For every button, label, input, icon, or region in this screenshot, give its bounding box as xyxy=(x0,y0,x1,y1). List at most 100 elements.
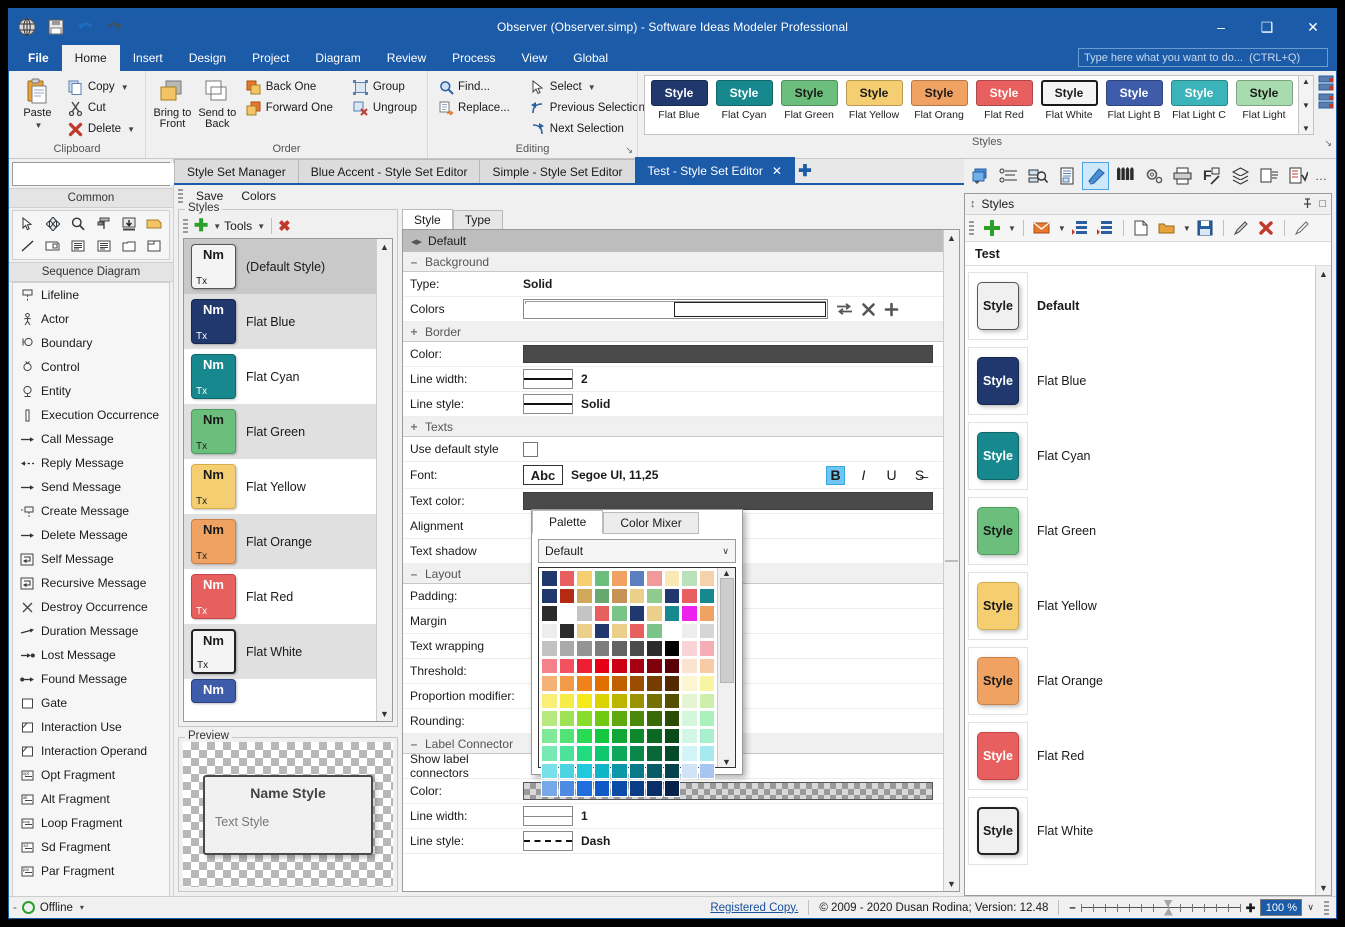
palette-select[interactable]: Default ∨ xyxy=(538,539,736,563)
palette-color-cell[interactable] xyxy=(646,622,663,639)
palette-color-cell[interactable] xyxy=(663,640,680,657)
documentation-icon[interactable] xyxy=(1053,162,1080,190)
pointer-icon[interactable] xyxy=(15,213,40,235)
insert-icon[interactable] xyxy=(116,213,141,235)
gallery-expand-icon[interactable]: ▼ xyxy=(1302,124,1310,133)
palette-color-cell[interactable] xyxy=(541,657,558,674)
palette-color-cell[interactable] xyxy=(558,780,575,797)
style-list-item[interactable]: Nm Tx Flat Orange xyxy=(184,514,376,569)
style-list-item[interactable]: Nm Tx Flat Blue xyxy=(184,294,376,349)
palette-color-cell[interactable] xyxy=(663,762,680,779)
gallery-item[interactable]: Style Flat Light B xyxy=(1103,80,1165,132)
dock-style-item[interactable]: Style Flat Blue xyxy=(968,343,1315,418)
palette-color-cell[interactable] xyxy=(628,570,645,587)
document-tab-simple[interactable]: Simple - Style Set Editor xyxy=(479,159,636,183)
dock-style-item[interactable]: Style Flat Red xyxy=(968,718,1315,793)
palette-color-cell[interactable] xyxy=(628,762,645,779)
palette-color-cell[interactable] xyxy=(611,587,628,604)
gallery-item[interactable]: Style Flat Light xyxy=(1233,80,1295,132)
style-list-item[interactable]: Nm Tx Flat Red xyxy=(184,569,376,624)
palette-color-cell[interactable] xyxy=(698,622,715,639)
cut-button[interactable]: Cut xyxy=(64,98,139,118)
toolbox-item-reply-message[interactable]: Reply Message xyxy=(13,451,169,475)
move-icon[interactable] xyxy=(40,213,65,235)
palette-color-cell[interactable] xyxy=(698,640,715,657)
toolbox-search[interactable] xyxy=(12,162,190,186)
palette-color-cell[interactable] xyxy=(628,657,645,674)
toolbox-item-call-message[interactable]: Call Message xyxy=(13,427,169,451)
style-list-item[interactable]: Nm Tx (Default Style) xyxy=(184,239,376,294)
offline-label[interactable]: Offline xyxy=(40,902,73,914)
palette-color-cell[interactable] xyxy=(611,622,628,639)
model-tree-icon[interactable] xyxy=(995,162,1022,190)
style-list-item[interactable]: Nm Tx Flat White xyxy=(184,624,376,679)
underline-button[interactable]: U xyxy=(882,466,901,485)
expand-icon[interactable]: + xyxy=(409,325,419,339)
pin-icon[interactable] xyxy=(1302,198,1313,210)
palette-color-cell[interactable] xyxy=(663,710,680,727)
toolbox-item-actor[interactable]: Actor xyxy=(13,307,169,331)
bring-to-front-button[interactable]: Bring to Front xyxy=(152,75,193,130)
palette-color-cell[interactable] xyxy=(681,605,698,622)
gallery-item[interactable]: Style Flat White xyxy=(1038,80,1100,132)
palette-color-cell[interactable] xyxy=(628,710,645,727)
save-style-set-icon[interactable] xyxy=(1195,218,1216,239)
ribbon-tab-review[interactable]: Review xyxy=(374,45,439,71)
palette-icon[interactable] xyxy=(1111,162,1138,190)
palette-color-cell[interactable] xyxy=(541,570,558,587)
collapse-icon[interactable]: – xyxy=(409,255,419,269)
palette-color-cell[interactable] xyxy=(681,692,698,709)
property-grid-scrollbar[interactable]: ▲ ▼ xyxy=(943,230,959,891)
palette-color-cell[interactable] xyxy=(681,570,698,587)
dock-style-item[interactable]: Style Flat Green xyxy=(968,493,1315,568)
palette-color-cell[interactable] xyxy=(646,727,663,744)
dock-style-item[interactable]: Style Flat Cyan xyxy=(968,418,1315,493)
swap-colors-icon[interactable] xyxy=(836,302,853,316)
palette-color-cell[interactable] xyxy=(698,727,715,744)
add-style-icon[interactable] xyxy=(981,218,1002,239)
dock-style-item[interactable]: Style Flat Orange xyxy=(968,643,1315,718)
toolbox-item-delete-message[interactable]: Delete Message xyxy=(13,523,169,547)
palette-color-cell[interactable] xyxy=(541,727,558,744)
maximize-button[interactable]: ❑ xyxy=(1244,9,1290,45)
zoom-icon[interactable] xyxy=(66,213,91,235)
palette-color-cell[interactable] xyxy=(541,780,558,797)
text-block-icon[interactable] xyxy=(66,235,91,257)
palette-color-cell[interactable] xyxy=(558,762,575,779)
zoom-out-button[interactable]: – xyxy=(1069,902,1075,914)
frame-icon[interactable] xyxy=(142,235,167,257)
select-button[interactable]: Select ▼ xyxy=(526,77,649,97)
maximize-icon[interactable]: □ xyxy=(1319,198,1326,210)
remove-color-icon[interactable] xyxy=(861,302,876,317)
palette-color-cell[interactable] xyxy=(576,605,593,622)
style-manager-icon-1[interactable] xyxy=(1318,75,1334,91)
gallery-item[interactable]: Style Flat Blue xyxy=(648,80,710,132)
palette-color-cell[interactable] xyxy=(628,622,645,639)
expand-icon[interactable]: + xyxy=(409,420,419,434)
palette-color-cell[interactable] xyxy=(646,657,663,674)
forward-one-button[interactable]: Forward One xyxy=(242,98,337,118)
palette-color-cell[interactable] xyxy=(681,745,698,762)
scroll-down-icon[interactable]: ▼ xyxy=(1319,880,1328,895)
import-styles-icon[interactable] xyxy=(1070,218,1091,239)
palette-color-cell[interactable] xyxy=(558,727,575,744)
palette-color-cell[interactable] xyxy=(681,710,698,727)
property-row-type[interactable]: Type: Solid xyxy=(403,272,943,297)
palette-color-cell[interactable] xyxy=(541,605,558,622)
add-style-dropdown-caret[interactable]: ▼ xyxy=(213,222,221,231)
toolbox-item-opt-fragment[interactable]: opt Opt Fragment xyxy=(13,763,169,787)
toolbox-item-loop-fragment[interactable]: loop Loop Fragment xyxy=(13,811,169,835)
styles-icon[interactable] xyxy=(1082,162,1109,190)
palette-color-cell[interactable] xyxy=(681,675,698,692)
chevron-down-icon[interactable]: ∨ xyxy=(722,546,729,557)
palette-color-cell[interactable] xyxy=(593,762,610,779)
send-to-back-button[interactable]: Send to Back xyxy=(197,75,238,130)
toolbox-item-gate[interactable]: Gate xyxy=(13,691,169,715)
style-list-item[interactable]: Nm Tx Flat Cyan xyxy=(184,349,376,404)
palette-color-cell[interactable] xyxy=(698,692,715,709)
palette-color-cell[interactable] xyxy=(558,587,575,604)
tell-me-search-input[interactable] xyxy=(1078,48,1328,67)
clear-style-icon[interactable] xyxy=(1292,218,1313,239)
replace-button[interactable]: Replace... xyxy=(434,98,514,118)
style-list-scrollbar[interactable]: ▲ ▼ xyxy=(376,239,392,721)
